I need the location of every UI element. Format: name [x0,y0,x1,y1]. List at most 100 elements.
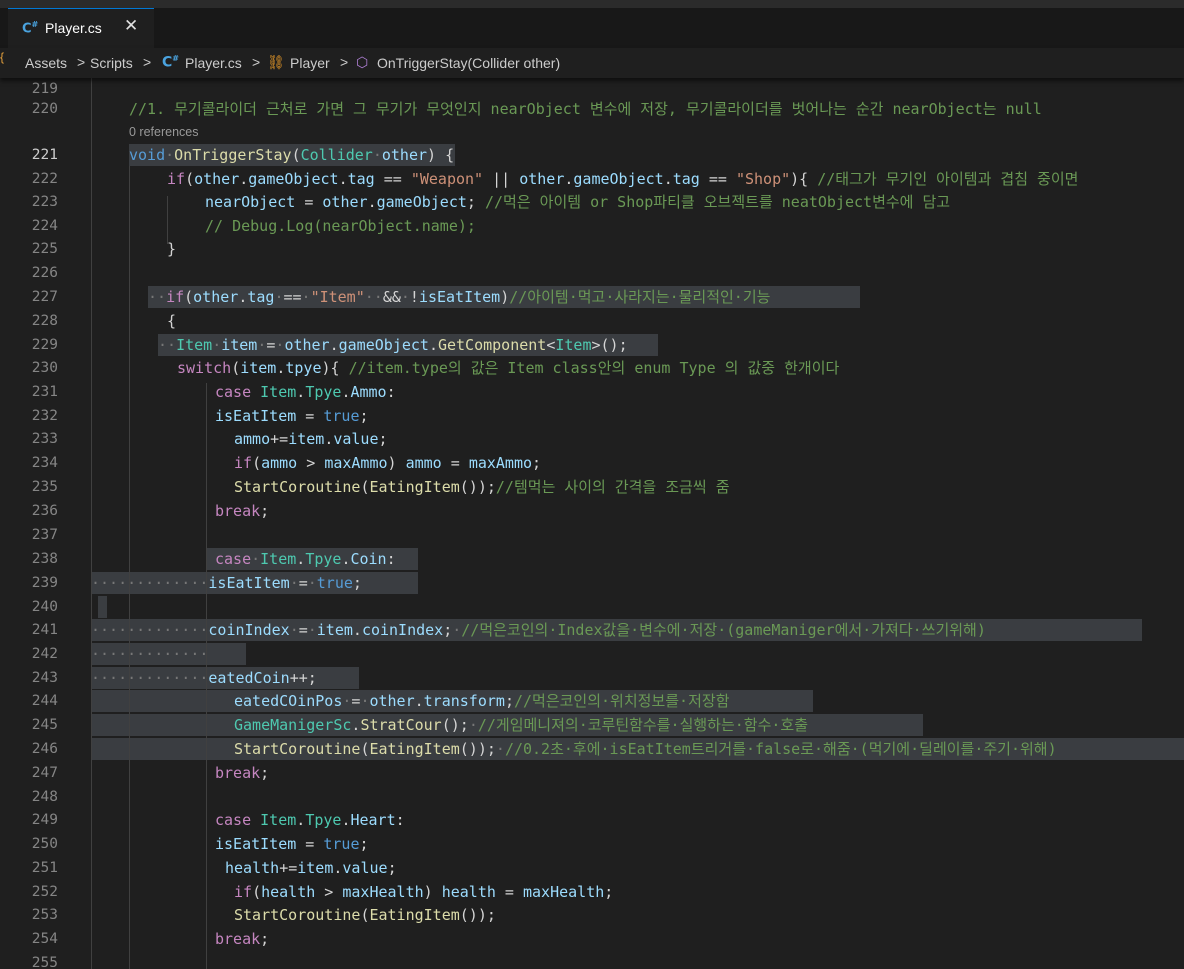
code-token: true [323,407,360,425]
code-token: "Item" [310,288,365,306]
code-token: eatedCOinPos [234,692,343,710]
code-token: Item [176,336,213,354]
code-line[interactable]: 225} [0,238,1184,260]
code-line[interactable]: 254 break; [0,928,1184,950]
code-line[interactable]: 233 ammo+=item.value; [0,428,1184,450]
line-number: 251 [31,860,58,876]
code-line[interactable]: 220 //1. 무기콜라이더 근처로 가면 그 무기가 무엇인지 nearObj… [0,98,1184,120]
code-line[interactable]: 241 ·············coinIndex·=·item.coinInd… [0,619,1184,641]
class-icon: ⛓ [267,54,285,70]
code-text: break; [215,928,269,950]
breadcrumb-assets[interactable]: Assets [25,55,67,71]
breadcrumb-method[interactable]: OnTriggerStay(Collider other) [377,55,560,71]
line-number: 243 [31,670,58,686]
title-strip [0,0,1184,8]
code-line[interactable]: 234 if(ammo > maxAmmo) ammo = maxAmmo; [0,452,1184,474]
code-line[interactable]: 223 nearObject = other.gameObject; //먹은 아… [0,191,1184,213]
breadcrumb: { Assets > Scripts > C# Player.cs > ⛓ Pl… [0,48,1184,78]
code-token: value [333,430,379,448]
line-number: 239 [31,575,58,591]
code-line[interactable]: 224 // Debug.Log(nearObject.name); [0,215,1184,237]
tab-player-cs[interactable]: C# Player.cs ✕ [8,8,154,48]
code-token: EatingItem [369,478,460,496]
line-number: 250 [31,836,58,852]
code-line[interactable]: 239 ·············isEatItem·=·true; [0,572,1184,594]
code-line[interactable]: 245 GameManigerSc.StratCour();·//게임메니져의·코… [0,714,1184,736]
code-line[interactable]: 247 break; [0,762,1184,784]
code-line[interactable]: 255 [0,952,1184,969]
code-line[interactable]: 243 ·············eatedCoin++; [0,667,1184,689]
code-line[interactable]: 222 if(other.gameObject.tag == "Weapon" |… [0,168,1184,190]
close-icon[interactable]: ✕ [124,16,138,36]
code-line[interactable]: 236 break; [0,500,1184,522]
code-line[interactable]: 238 case·Item.Tpye.Coin: [0,548,1184,570]
code-line[interactable]: 235 StartCoroutine(EatingItem());//템먹는 사이… [0,476,1184,498]
code-token: gameObject [376,193,467,211]
code-line[interactable]: 250 isEatItem = true; [0,833,1184,855]
code-token: = [296,835,324,853]
chevron-right-icon: > [143,54,152,70]
chevron-right-icon: > [77,54,86,70]
code-editor[interactable]: 219 220 //1. 무기콜라이더 근처로 가면 그 무기가 무엇인지 near… [0,78,1184,969]
code-text: case Item.Tpye.Heart: [215,809,405,831]
code-token: · [307,621,317,639]
code-token: health [441,883,496,901]
code-line[interactable]: 230 switch(item.tpye){ //item.type의 값은 It… [0,357,1184,379]
code-token: health [261,883,316,901]
code-token: Tpye [305,550,342,568]
code-line[interactable]: 226 [0,262,1184,284]
code-line[interactable]: 248 [0,786,1184,808]
code-line[interactable]: 253 StartCoroutine(EatingItem()); [0,904,1184,926]
code-text: health+=item.value; [225,857,397,879]
code-line[interactable]: 246 StartCoroutine(EatingItem());·//0.2초·… [0,738,1184,760]
code-token: item [240,359,277,377]
code-line[interactable]: 221 void·OnTriggerStay(Collider·other) { [0,144,1184,166]
breadcrumb-file[interactable]: Player.cs [185,55,242,71]
line-number: 230 [31,360,58,376]
line-number: 254 [31,931,58,947]
code-line[interactable]: 231 case Item.Tpye.Ammo: [0,381,1184,403]
code-token: isEatItem [215,835,297,853]
code-token: Ammo [350,383,387,401]
code-token: //1. 무기콜라이더 근처로 가면 그 무기가 무엇인지 nearObject… [129,100,1042,118]
code-text: nearObject = other.gameObject; //먹은 아이템 … [205,191,950,213]
code-token: item [316,621,353,639]
code-token: · [289,574,299,592]
code-line[interactable]: 237 [0,524,1184,546]
code-line[interactable]: 240 [0,596,1184,618]
code-text: } [167,238,176,260]
code-token: true [316,574,353,592]
code-token: ; [359,407,369,425]
code-token: += [270,430,289,448]
breadcrumb-class[interactable]: Player [290,55,330,71]
breadcrumb-scripts[interactable]: Scripts [90,55,133,71]
code-token: = [441,454,469,472]
code-line[interactable]: 251 health+=item.value; [0,857,1184,879]
code-line[interactable]: 229 ··Item·item·=·other.gameObject.GetCom… [0,334,1184,356]
code-line[interactable]: 249 case Item.Tpye.Heart: [0,809,1184,831]
code-token: ; [532,454,542,472]
code-token: && [382,288,401,306]
code-token: · [452,621,462,639]
code-token: ++; [289,669,317,687]
code-token: ············· [91,669,209,687]
code-token: case [215,550,252,568]
code-token: ; [604,883,614,901]
code-line[interactable]: 244 eatedCOinPos·=·other.transform;//먹은코인… [0,690,1184,712]
code-line[interactable]: 228 { [0,310,1184,332]
code-token: item [288,430,325,448]
code-line[interactable]: 232 isEatItem = true; [0,405,1184,427]
code-token: ()); [459,740,496,758]
code-line[interactable]: 227 ··if(other.tag·==·"Item"··&&·!isEatIt… [0,286,1184,308]
code-line[interactable]: 219 [0,78,1184,100]
code-token: == [374,170,411,188]
code-line[interactable]: 252 if(health > maxHealth) health = maxHe… [0,881,1184,903]
code-token: true [323,835,360,853]
code-token: if [234,454,253,472]
code-token: Tpye [305,383,342,401]
code-token: break [215,764,261,782]
code-line[interactable]: 242 ············· [0,643,1184,665]
code-token: · [372,146,382,164]
code-token: StratCour [360,716,442,734]
codelens-references[interactable]: 0 references [129,122,198,142]
